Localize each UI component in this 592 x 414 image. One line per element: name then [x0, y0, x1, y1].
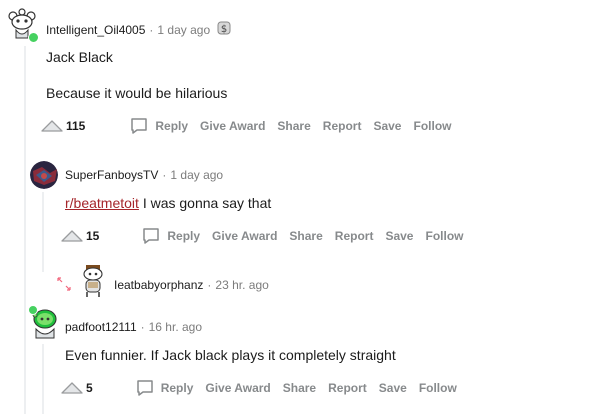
report-button[interactable]: Report — [328, 381, 367, 395]
avatar[interactable] — [28, 305, 60, 341]
follow-button[interactable]: Follow — [413, 119, 451, 133]
upvote-button[interactable]: 5 — [60, 380, 93, 396]
thread-line[interactable] — [24, 46, 26, 414]
share-button[interactable]: Share — [289, 229, 322, 243]
give-award-button[interactable]: Give Award — [212, 229, 277, 243]
comment-text-line: Because it would be hilarious — [46, 85, 228, 101]
comment-meta: Intelligent_Oil4005 · 1 day ago $ — [46, 20, 232, 39]
username[interactable]: Ieatbabyorphanz — [114, 278, 203, 292]
vote-count: 15 — [86, 229, 100, 243]
username[interactable]: SuperFanboysTV — [65, 168, 158, 182]
reply-label: Reply — [155, 119, 189, 133]
comment-bubble-icon — [131, 118, 148, 134]
upvote-button[interactable]: 15 — [60, 228, 99, 244]
report-button[interactable]: Report — [323, 119, 362, 133]
comment-bubble-icon — [143, 228, 160, 244]
comment-bubble-icon — [136, 380, 153, 396]
comment-text: r/beatmetoit I was gonna say that — [65, 195, 271, 211]
reply-button[interactable]: Reply — [129, 116, 188, 136]
separator-dot: · — [162, 168, 167, 182]
upvote-icon — [41, 120, 63, 132]
comment-text-rest: I was gonna say that — [138, 195, 272, 211]
avatar[interactable] — [6, 6, 40, 43]
comment-actions: 115 Reply Give Award Share Report Save F… — [40, 116, 451, 136]
report-button[interactable]: Report — [335, 229, 374, 243]
separator-dot: · — [140, 320, 145, 334]
svg-text:$: $ — [221, 24, 227, 35]
share-button[interactable]: Share — [277, 119, 310, 133]
avatar[interactable] — [78, 262, 108, 300]
give-award-button[interactable]: Give Award — [200, 119, 265, 133]
give-award-button[interactable]: Give Award — [205, 381, 270, 395]
comment-text-line: Jack Black — [46, 49, 113, 65]
silver-award-icon[interactable]: $ — [216, 20, 232, 39]
upvote-icon — [61, 382, 83, 394]
follow-button[interactable]: Follow — [419, 381, 457, 395]
comment-text-line: Even funnier. If Jack black plays it com… — [65, 347, 396, 363]
expand-thread-icon[interactable] — [56, 276, 72, 297]
comment-meta: Ieatbabyorphanz · 23 hr. ago — [114, 278, 269, 292]
timestamp[interactable]: 1 day ago — [170, 168, 223, 182]
subreddit-link[interactable]: r/beatmetoit — [65, 195, 139, 211]
online-status-dot — [28, 32, 39, 43]
save-button[interactable]: Save — [385, 229, 413, 243]
share-button[interactable]: Share — [283, 381, 316, 395]
thread-line[interactable] — [42, 344, 44, 414]
username[interactable]: padfoot12111 — [65, 320, 137, 334]
vote-count: 115 — [66, 119, 86, 133]
snoo-avatar-icon — [83, 265, 103, 297]
thread-line[interactable] — [42, 192, 44, 272]
timestamp[interactable]: 1 day ago — [157, 23, 210, 37]
reply-label: Reply — [167, 229, 201, 243]
comment-actions: 15 Reply Give Award Share Report Save Fo… — [60, 226, 463, 246]
save-button[interactable]: Save — [373, 119, 401, 133]
comment-actions: 5 Reply Give Award Share Report Save Fol… — [60, 378, 457, 398]
follow-button[interactable]: Follow — [425, 229, 463, 243]
save-button[interactable]: Save — [379, 381, 407, 395]
comment-meta: SuperFanboysTV · 1 day ago — [65, 168, 223, 182]
comment-meta: padfoot12111 · 16 hr. ago — [65, 320, 202, 334]
separator-dot: · — [149, 22, 154, 37]
online-status-dot — [28, 305, 38, 315]
reply-button[interactable]: Reply — [135, 378, 194, 398]
separator-dot: · — [207, 278, 212, 292]
upvote-icon — [61, 230, 83, 242]
reply-button[interactable]: Reply — [141, 226, 200, 246]
avatar[interactable] — [30, 161, 58, 189]
timestamp[interactable]: 16 hr. ago — [149, 320, 202, 334]
vote-count: 5 — [86, 381, 93, 395]
timestamp[interactable]: 23 hr. ago — [215, 278, 268, 292]
upvote-button[interactable]: 115 — [40, 118, 85, 134]
username[interactable]: Intelligent_Oil4005 — [46, 23, 145, 37]
reply-label: Reply — [160, 381, 194, 395]
profile-image-icon — [30, 161, 58, 189]
